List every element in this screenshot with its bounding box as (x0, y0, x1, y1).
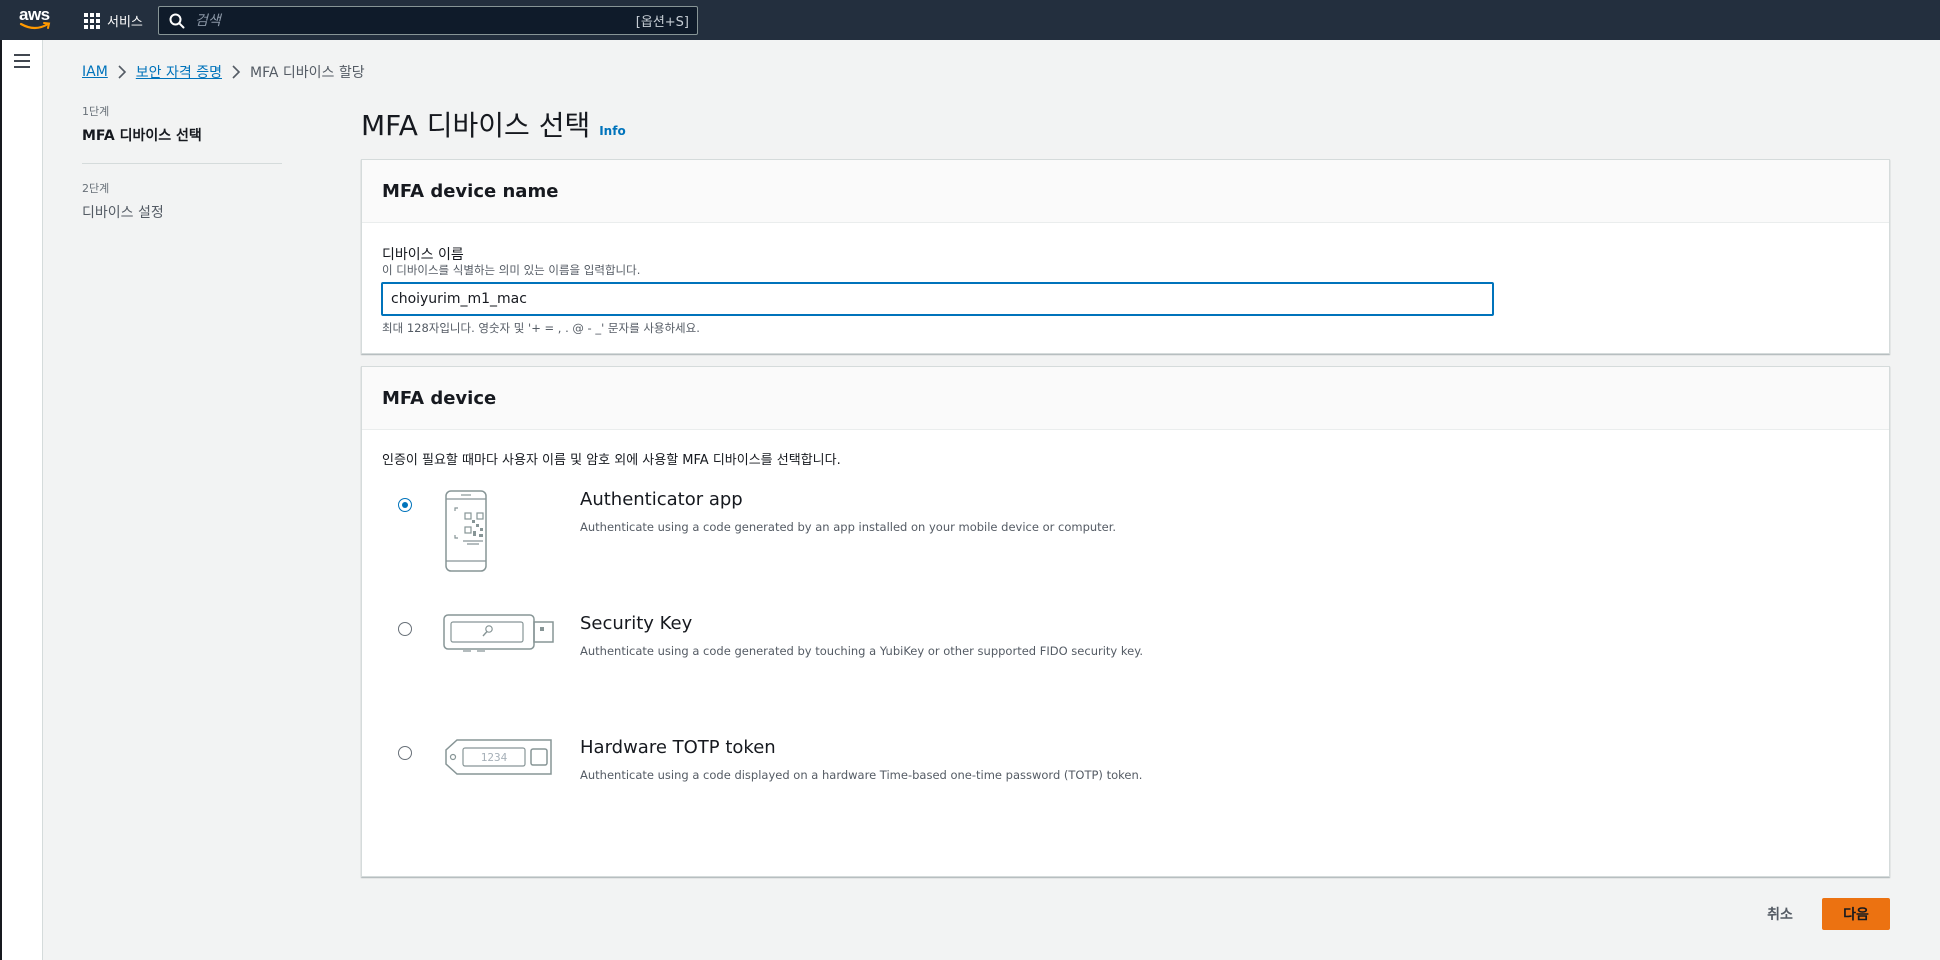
device-name-input[interactable] (381, 282, 1494, 316)
totp-token-icon: 1234 (445, 739, 552, 775)
radio-hardware-totp[interactable] (398, 746, 412, 760)
phone-qr-icon (445, 490, 487, 572)
step-1-label: 1단계 (82, 105, 110, 118)
aws-logo[interactable]: aws (19, 6, 53, 32)
radio-security-key[interactable] (398, 622, 412, 636)
option-title: Authenticator app (580, 489, 743, 510)
step-1-title[interactable]: MFA 디바이스 선택 (82, 125, 282, 145)
usb-key-icon (443, 614, 554, 652)
hamburger-menu-icon[interactable] (14, 54, 30, 68)
container-header: MFA device (362, 367, 1889, 430)
breadcrumb-link-security-credentials[interactable]: 보안 자격 증명 (136, 62, 222, 82)
aws-logo-text: aws (19, 5, 50, 24)
option-authenticator-app[interactable]: Authenticator app Authenticate using a c… (362, 489, 1362, 579)
option-description: Authenticate using a code generated by t… (580, 644, 1144, 658)
services-menu-button[interactable]: 서비스 (84, 11, 143, 30)
step-2-label: 2단계 (82, 182, 110, 195)
totp-display-digits: 1234 (481, 751, 508, 764)
search-input[interactable] (185, 7, 636, 34)
radio-authenticator-app[interactable] (398, 498, 412, 512)
device-name-description: 이 디바이스를 식별하는 의미 있는 이름을 입력합니다. (382, 263, 641, 277)
window-edge (0, 40, 2, 960)
services-label: 서비스 (107, 15, 143, 30)
page-title-text: MFA 디바이스 선택 (361, 109, 591, 142)
search-shortcut: [옵션+S] (635, 15, 689, 30)
left-rail (0, 40, 43, 960)
option-hardware-totp-token[interactable]: 1234 Hardware TOTP token Authenticate us… (362, 737, 1362, 827)
chevron-right-icon (108, 64, 136, 80)
wizard-steps: 1단계 MFA 디바이스 선택 2단계 디바이스 설정 (82, 103, 282, 222)
device-name-label: 디바이스 이름 (382, 247, 464, 263)
chevron-right-icon (222, 64, 250, 80)
grid-icon (84, 12, 100, 29)
search-box[interactable]: [옵션+S] (158, 6, 698, 35)
breadcrumb-link-iam[interactable]: IAM (82, 64, 108, 80)
search-icon (169, 13, 185, 28)
device-name-constraint: 최대 128자입니다. 영숫자 및 '+ = , . @ - _' 문자를 사용… (382, 321, 700, 335)
mfa-device-name-container: MFA device name 디바이스 이름 이 디바이스를 식별하는 의미 … (361, 159, 1890, 354)
breadcrumb: IAM 보안 자격 증명 MFA 디바이스 할당 (82, 62, 365, 82)
top-navigation: aws 서비스 [옵션+S] (0, 0, 1940, 40)
option-description: Authenticate using a code displayed on a… (580, 768, 1143, 782)
option-title: Security Key (580, 613, 693, 634)
page-title: MFA 디바이스 선택 Info (361, 104, 626, 144)
next-button[interactable]: 다음 (1822, 898, 1890, 930)
step-divider (82, 163, 282, 164)
option-security-key[interactable]: Security Key Authenticate using a code g… (362, 613, 1362, 703)
mfa-device-description: 인증이 필요할 때마다 사용자 이름 및 암호 외에 사용할 MFA 디바이스를… (382, 453, 841, 468)
option-description: Authenticate using a code generated by a… (580, 520, 1117, 534)
option-title: Hardware TOTP token (580, 737, 776, 758)
step-2-title: 디바이스 설정 (82, 205, 164, 221)
mfa-device-container: MFA device 인증이 필요할 때마다 사용자 이름 및 암호 외에 사용… (361, 366, 1890, 877)
container-header: MFA device name (362, 160, 1889, 223)
cancel-button[interactable]: 취소 (1753, 898, 1807, 930)
info-link[interactable]: Info (599, 124, 625, 138)
breadcrumb-current: MFA 디바이스 할당 (249, 65, 365, 81)
